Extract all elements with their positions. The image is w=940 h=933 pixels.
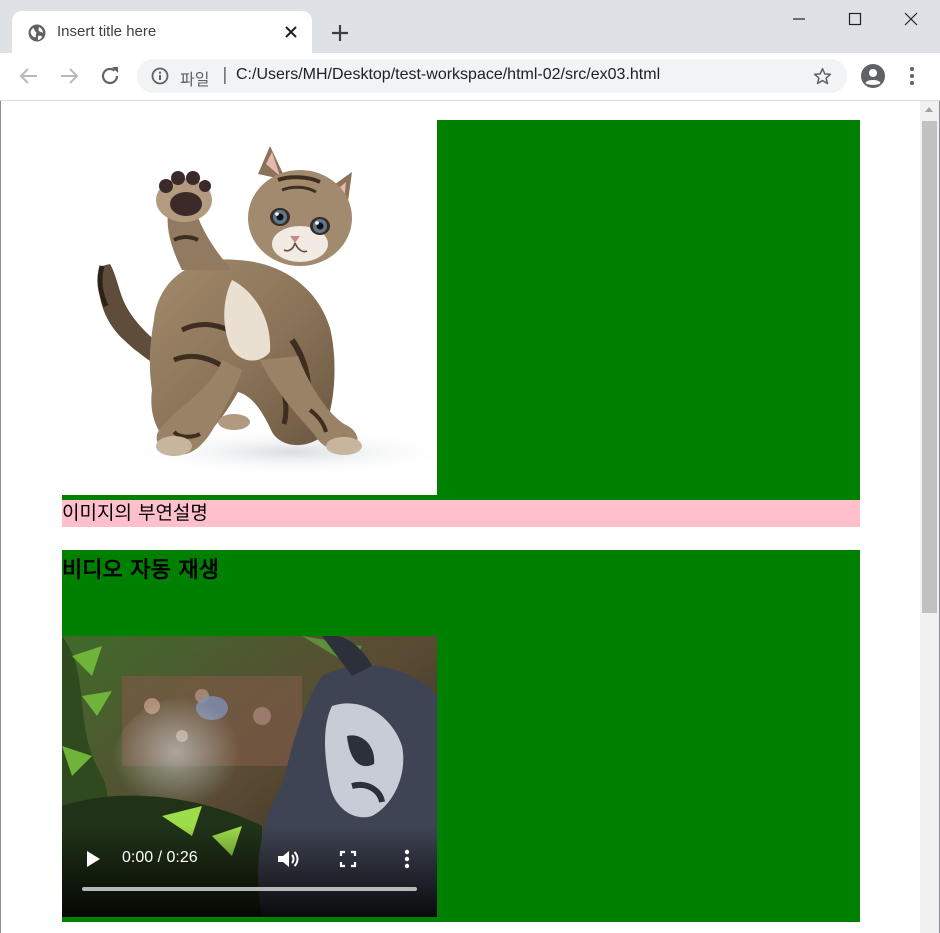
kitten-illustration [97,146,437,476]
globe-icon [28,24,46,42]
minimize-button[interactable] [771,0,827,38]
maximize-button[interactable] [827,0,883,38]
more-icon[interactable] [401,848,413,870]
back-icon[interactable] [18,65,40,87]
scroll-up-arrow[interactable] [925,107,933,112]
new-tab-icon[interactable] [329,22,351,44]
reload-icon[interactable] [99,65,121,87]
menu-icon[interactable] [905,65,919,87]
tab-title: Insert title here [57,23,157,40]
video-time: 0:00 / 0:26 [122,849,198,866]
info-icon[interactable] [151,67,169,85]
volume-icon[interactable] [276,848,300,870]
video-section: 비디오 자동 재생 0:00 / 0:26 [62,550,860,922]
vertical-scrollbar[interactable] [920,101,939,933]
browser-toolbar: 파일 | C:/Users/MH/Desktop/test-workspace/… [0,53,940,101]
video-controls: 0:00 / 0:26 [62,837,437,917]
maximize-icon [848,12,862,26]
window-close-icon [904,12,918,26]
profile-icon[interactable] [861,64,885,88]
window-close-button[interactable] [883,0,939,38]
fullscreen-icon[interactable] [339,850,357,868]
minimize-icon [793,18,805,20]
video-player[interactable]: 0:00 / 0:26 [62,636,437,917]
url-text[interactable]: C:/Users/MH/Desktop/test-workspace/html-… [236,66,660,84]
address-bar[interactable]: 파일 | C:/Users/MH/Desktop/test-workspace/… [137,59,847,93]
play-icon[interactable] [84,850,102,868]
video-heading: 비디오 자동 재생 [62,558,219,583]
close-icon[interactable] [283,24,299,40]
forward-icon[interactable] [58,65,80,87]
tab-strip: Insert title here [0,0,940,53]
image-figure [62,120,860,500]
image-caption: 이미지의 부연설명 [62,500,860,527]
url-separator: | [222,65,228,85]
page-viewport: 이미지의 부연설명 비디오 자동 재생 0:00 / 0:26 [1,101,920,933]
url-scheme-label: 파일 [180,70,210,89]
star-icon[interactable] [813,67,832,86]
kitten-image [62,120,437,495]
browser-tab[interactable]: Insert title here [12,11,312,53]
scroll-thumb[interactable] [922,121,937,613]
video-progress-bar[interactable] [82,887,417,891]
